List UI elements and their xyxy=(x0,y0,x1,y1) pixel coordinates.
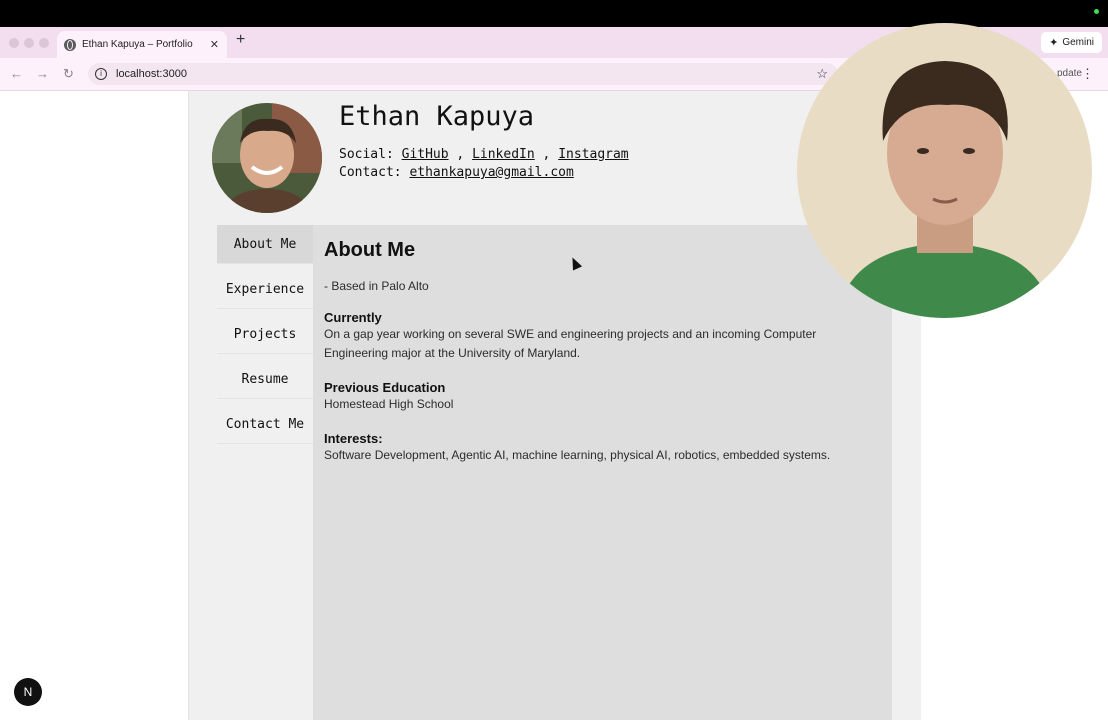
interests-block: Interests: Software Development, Agentic… xyxy=(324,431,864,465)
back-arrow-icon[interactable]: ← xyxy=(10,66,23,81)
gemini-button[interactable]: ✦ Gemini xyxy=(1041,32,1102,53)
recording-indicator xyxy=(1094,9,1099,14)
interests-heading: Interests: xyxy=(324,431,383,446)
nav-item-contact-me[interactable]: Contact Me xyxy=(217,405,313,444)
profile-name: Ethan Kapuya xyxy=(339,101,535,132)
site-info-icon[interactable]: i xyxy=(95,68,107,80)
linkedin-link[interactable]: LinkedIn xyxy=(472,147,535,162)
nav-item-projects[interactable]: Projects xyxy=(217,315,313,354)
browser-tab[interactable]: Ethan Kapuya – Portfolio ✕ xyxy=(57,31,227,58)
window-close-button[interactable] xyxy=(9,38,19,48)
address-bar[interactable]: i localhost:3000 ☆ xyxy=(88,63,838,85)
github-link[interactable]: GitHub xyxy=(402,147,449,162)
nav-item-about-me[interactable]: About Me xyxy=(217,225,313,264)
gemini-label: Gemini xyxy=(1062,37,1094,48)
profile-photo xyxy=(212,103,322,213)
update-button[interactable]: pdate xyxy=(1057,68,1082,79)
email-link[interactable]: ethankapuya@gmail.com xyxy=(409,165,573,180)
about-panel: About Me - Based in Palo Alto Currently … xyxy=(313,225,892,720)
window-minimize-button[interactable] xyxy=(24,38,34,48)
currently-heading: Currently xyxy=(324,310,382,325)
interests-text: Software Development, Agentic AI, machin… xyxy=(324,448,831,462)
section-nav: About Me Experience Projects Resume Cont… xyxy=(217,225,313,450)
nav-item-experience[interactable]: Experience xyxy=(217,270,313,309)
location-text: - Based in Palo Alto xyxy=(324,279,429,293)
new-tab-button[interactable]: + xyxy=(236,31,245,49)
education-block: Previous Education Homestead High School xyxy=(324,380,864,414)
nav-item-resume[interactable]: Resume xyxy=(217,360,313,399)
instagram-link[interactable]: Instagram xyxy=(558,147,628,162)
browser-menu-icon[interactable]: ⋮ xyxy=(1081,66,1094,82)
url-text: localhost:3000 xyxy=(116,68,187,80)
bookmark-star-icon[interactable]: ☆ xyxy=(816,66,828,82)
education-text: Homestead High School xyxy=(324,397,454,411)
window-zoom-button[interactable] xyxy=(39,38,49,48)
forward-arrow-icon[interactable]: → xyxy=(36,66,49,81)
gemini-sparkle-icon: ✦ xyxy=(1049,37,1059,49)
globe-icon xyxy=(64,38,76,51)
social-label: Social: xyxy=(339,147,394,162)
reload-icon[interactable]: ↻ xyxy=(63,66,74,82)
tab-title: Ethan Kapuya – Portfolio xyxy=(82,39,193,50)
webcam-overlay xyxy=(797,23,1092,318)
contact-label: Contact: xyxy=(339,165,402,180)
education-heading: Previous Education xyxy=(324,380,446,395)
section-title: About Me xyxy=(324,239,416,261)
close-tab-icon[interactable]: ✕ xyxy=(210,38,219,51)
nextjs-dev-badge[interactable]: N xyxy=(14,678,42,706)
currently-block: Currently On a gap year working on sever… xyxy=(324,310,864,363)
currently-text: On a gap year working on several SWE and… xyxy=(324,327,817,360)
profile-links: Social: GitHub , LinkedIn , Instagram Co… xyxy=(339,147,629,180)
